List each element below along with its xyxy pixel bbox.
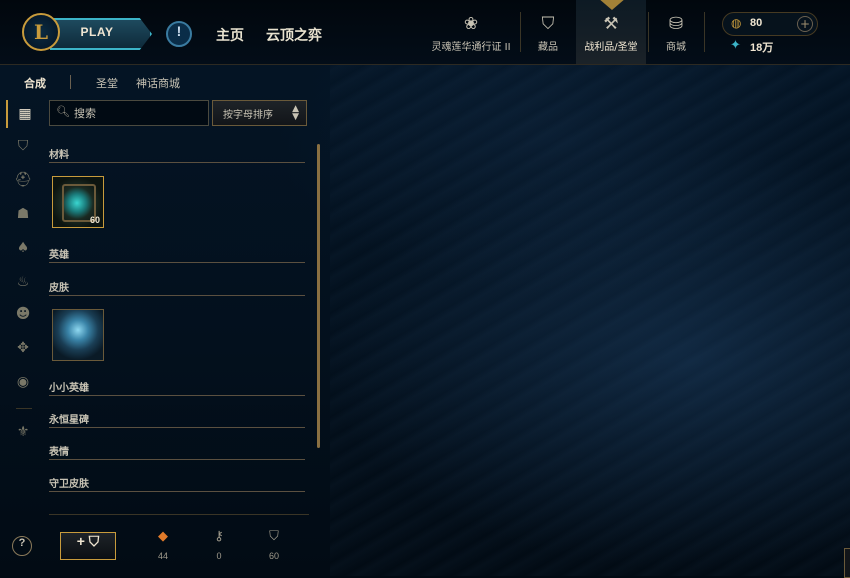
search-icon: 🔍︎: [56, 105, 70, 118]
all-items-icon[interactable]: ▦: [6, 100, 42, 128]
add-chest-button[interactable]: + ⛉: [60, 532, 116, 560]
ward-filter-icon[interactable]: ♠: [6, 234, 40, 262]
chest-item-tile[interactable]: 60: [52, 176, 104, 228]
blue-essence-icon: ✦: [730, 38, 741, 53]
orange-essence-value: 44: [157, 551, 168, 561]
tab-pass[interactable]: ❀ 灵魂莲华通行证 II: [428, 0, 514, 64]
nav-home[interactable]: 主页: [216, 25, 244, 45]
category-label: 皮肤: [49, 283, 69, 294]
category-label: 守卫皮肤: [49, 479, 89, 490]
inventory-scrollbar[interactable]: [317, 144, 320, 448]
key-icon: ⚷: [214, 529, 224, 544]
item-count: 60: [89, 215, 100, 225]
tab-collection[interactable]: ⛉ 藏品: [526, 0, 570, 64]
category-header[interactable]: 英雄: [49, 246, 305, 263]
champion-filter-icon[interactable]: ⛑: [6, 166, 40, 194]
league-logo-icon[interactable]: L: [22, 13, 60, 51]
rp-wallet[interactable]: ◍ 80 +: [722, 12, 818, 36]
tab-loot-label: 战利品/圣堂: [584, 42, 638, 53]
chest-value: 60: [268, 551, 279, 561]
loot-icon: ⚒: [603, 14, 619, 34]
category-label: 小小英雄: [49, 383, 89, 394]
skin-filter-icon[interactable]: ☗: [6, 200, 40, 228]
little-legend-filter-icon[interactable]: ✥: [6, 334, 40, 362]
key-value: 0: [216, 551, 222, 561]
tab-store-label: 商城: [666, 42, 686, 53]
divider: [704, 12, 705, 52]
emote-filter-icon[interactable]: ☻: [6, 300, 40, 328]
sort-dropdown[interactable]: 按字母排序 ▲ ▼: [212, 100, 307, 126]
category-label: 永恒星碑: [49, 415, 89, 426]
tab-pass-label: 灵魂莲华通行证 II: [431, 42, 511, 53]
subnav-sanctum[interactable]: 圣堂: [96, 75, 118, 91]
sub-nav: 合成 圣堂 神话商城: [0, 65, 330, 97]
add-rp-button[interactable]: +: [797, 16, 813, 32]
store-icon: ⛁: [668, 14, 684, 34]
category-label: 英雄: [49, 250, 69, 261]
divider: [70, 75, 71, 89]
window-resize-handle[interactable]: [844, 548, 850, 578]
lotus-icon: ❀: [463, 14, 479, 34]
subnav-mythic-shop[interactable]: 神话商城: [136, 75, 180, 91]
category-header[interactable]: 皮肤: [49, 279, 305, 296]
nav-tft[interactable]: 云顶之弈: [266, 25, 322, 45]
orange-essence-icon: ◆: [158, 529, 168, 544]
category-header[interactable]: 表情: [49, 443, 305, 460]
flame-filter-icon[interactable]: ♨: [6, 268, 40, 296]
chest-filter-icon[interactable]: ⛉: [6, 132, 40, 160]
orange-essence-stat: ◆ 44: [148, 529, 178, 561]
skin-shard-tile[interactable]: [52, 309, 104, 361]
misc-filter-icon[interactable]: ⚜: [6, 418, 40, 446]
help-button[interactable]: ?: [12, 536, 32, 556]
alert-icon[interactable]: !: [166, 21, 192, 47]
top-bar: PLAY L ! 主页 云顶之弈 ❀ 灵魂莲华通行证 II ⛉ 藏品 ⚒ 战利品…: [0, 0, 850, 65]
category-header[interactable]: 材料: [49, 146, 305, 163]
divider: [648, 12, 649, 52]
key-stat: ⚷ 0: [204, 529, 234, 561]
category-header[interactable]: 小小英雄: [49, 379, 305, 396]
play-label: PLAY: [80, 25, 114, 39]
sort-label: 按字母排序: [223, 110, 273, 121]
icon-filter-icon[interactable]: ◉: [6, 368, 40, 396]
category-label: 材料: [49, 150, 69, 161]
tab-store[interactable]: ⛁ 商城: [654, 0, 698, 64]
category-label: 表情: [49, 447, 69, 458]
chest-stat: ⛉ 60: [259, 529, 289, 561]
search-input[interactable]: [72, 104, 206, 122]
rp-amount: 80: [750, 17, 763, 29]
divider: [520, 12, 521, 52]
play-button[interactable]: PLAY: [50, 18, 152, 50]
tab-collection-label: 藏品: [538, 42, 558, 53]
rp-coin-icon: ◍: [731, 16, 742, 30]
be-amount: 18万: [750, 42, 774, 54]
chest-icon: ⛉: [269, 529, 279, 544]
sort-chevron-icon: ▲ ▼: [292, 104, 299, 122]
category-header[interactable]: 守卫皮肤: [49, 475, 305, 492]
divider: [16, 408, 32, 409]
category-header[interactable]: 永恒星碑: [49, 411, 305, 428]
subnav-craft[interactable]: 合成: [24, 75, 46, 91]
search-box[interactable]: 🔍︎: [49, 100, 209, 126]
collection-icon: ⛉: [541, 14, 555, 34]
divider: [49, 514, 309, 515]
tab-loot[interactable]: ⚒ 战利品/圣堂: [576, 0, 646, 64]
